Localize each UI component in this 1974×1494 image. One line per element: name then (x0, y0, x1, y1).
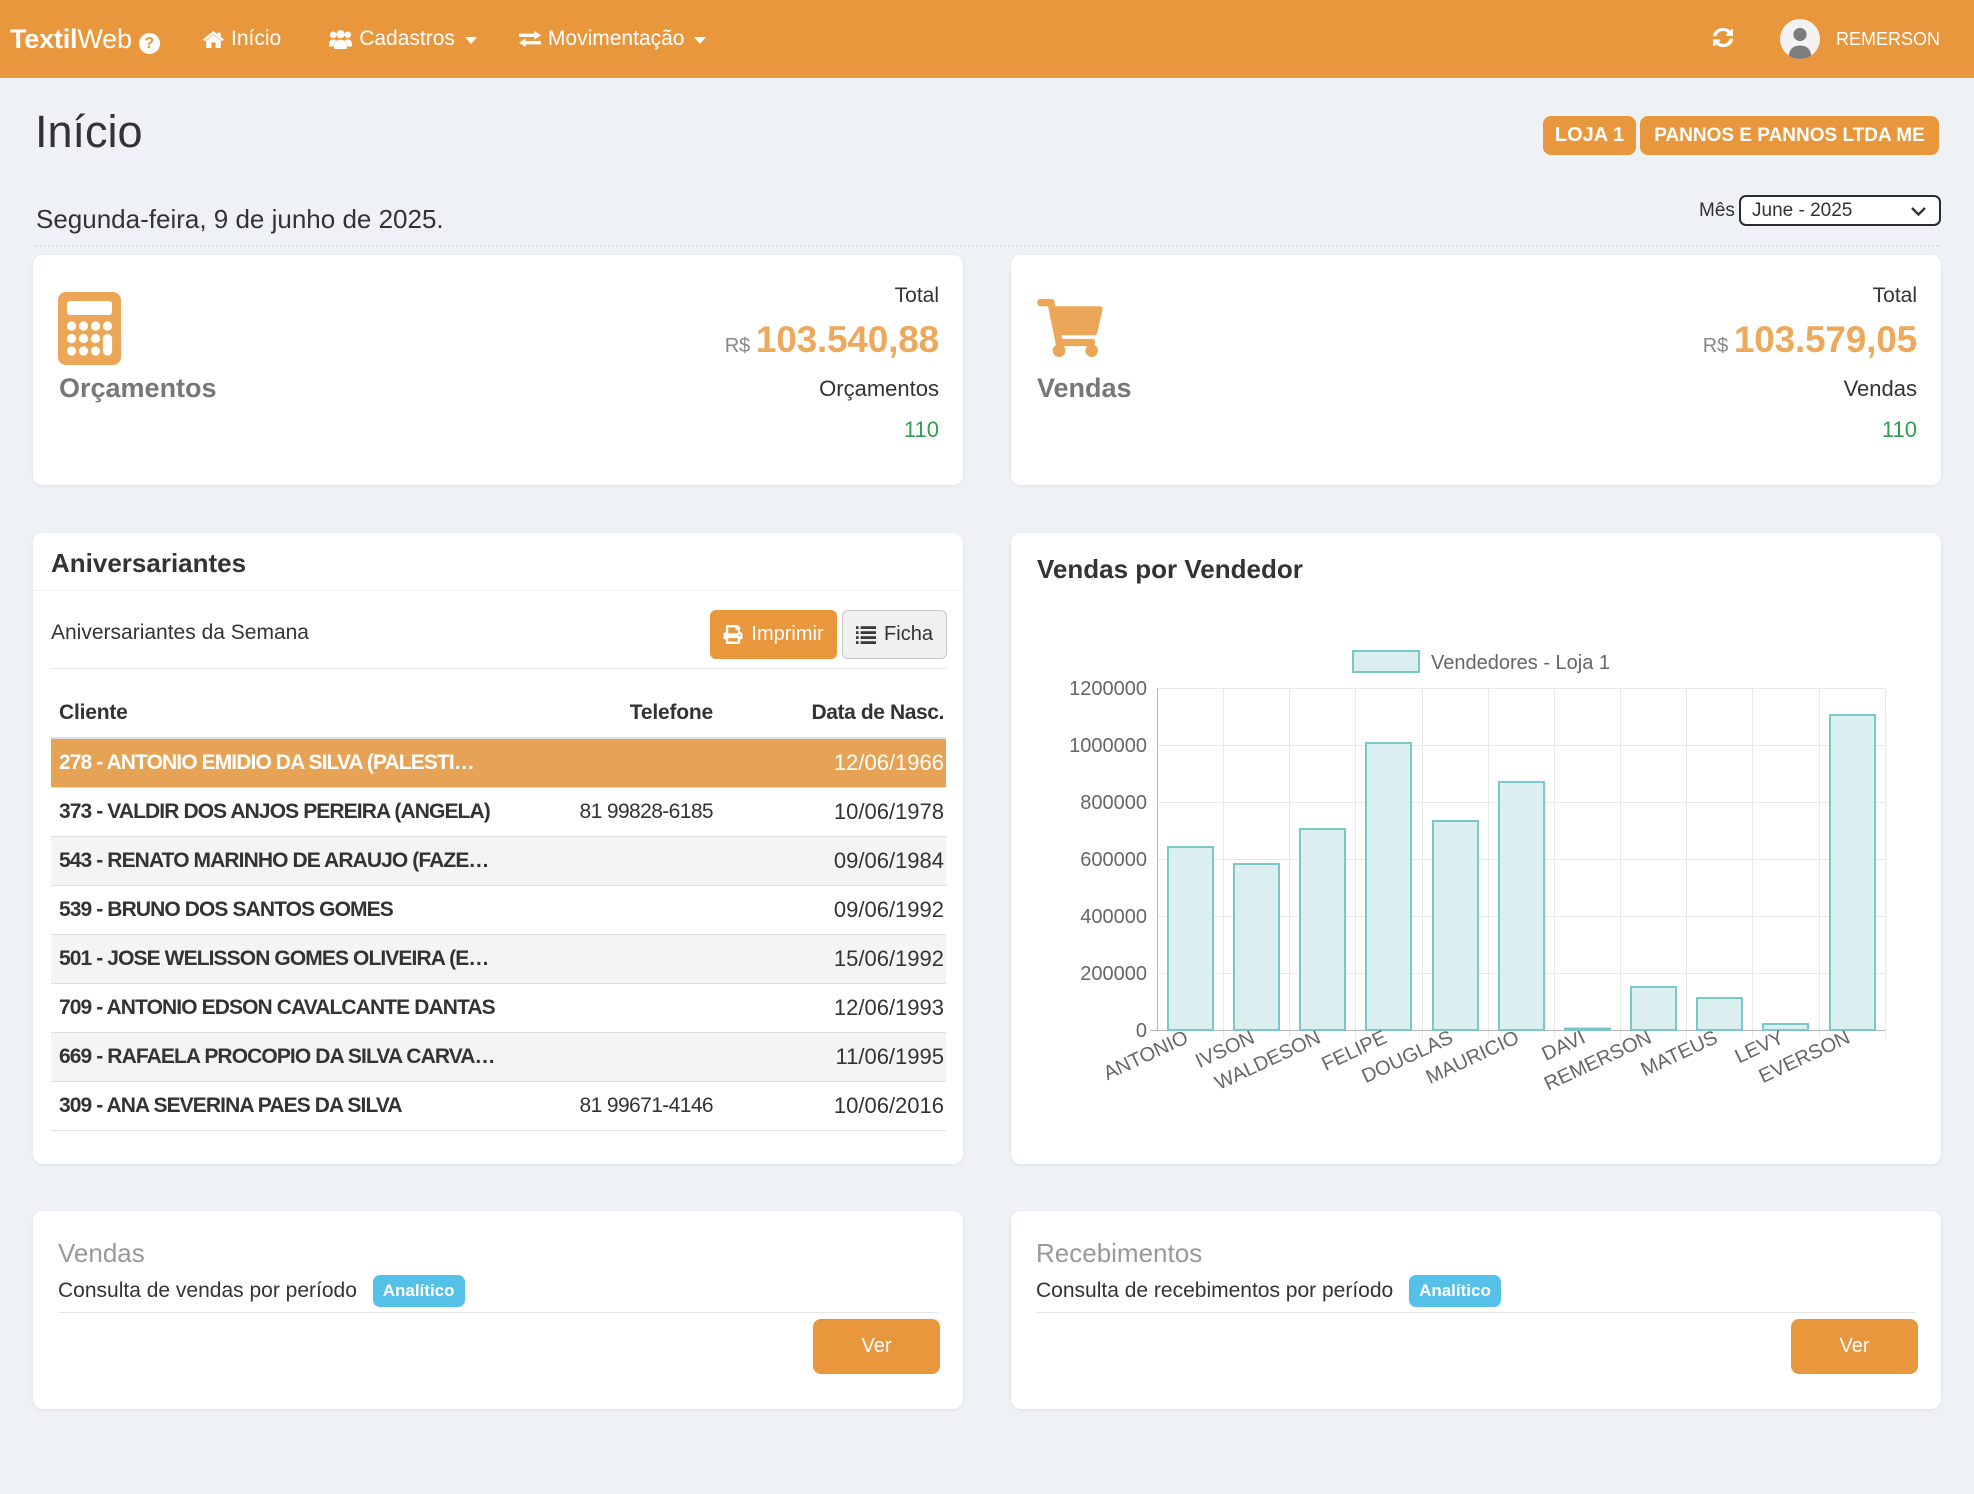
svg-text:1200000: 1200000 (1069, 678, 1147, 700)
svg-text:400000: 400000 (1080, 906, 1147, 928)
svg-text:0: 0 (1136, 1020, 1147, 1042)
svg-text:800000: 800000 (1080, 792, 1147, 814)
svg-text:Vendedores - Loja 1: Vendedores - Loja 1 (1431, 652, 1610, 674)
svg-text:MATEUS: MATEUS (1638, 1027, 1721, 1082)
svg-text:600000: 600000 (1080, 849, 1147, 871)
svg-text:1000000: 1000000 (1069, 735, 1147, 757)
svg-text:200000: 200000 (1080, 963, 1147, 985)
